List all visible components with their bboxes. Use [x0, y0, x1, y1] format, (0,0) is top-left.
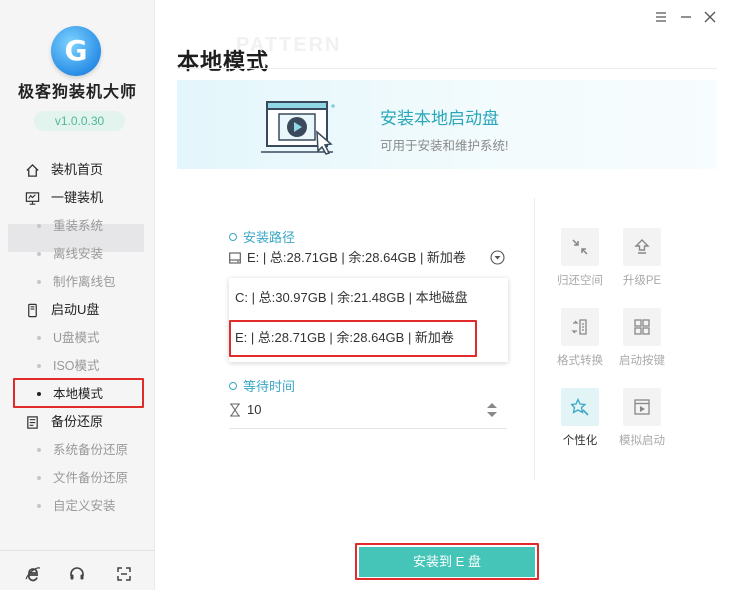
wait-time-label: 等待时间: [229, 376, 295, 395]
ie-browser-icon[interactable]: [25, 566, 41, 582]
install-path-select[interactable]: E: | 总:28.71GB | 余:28.64GB | 新加卷: [229, 246, 507, 270]
sidebar-item-label: 启动U盘: [51, 302, 100, 317]
dropdown-option-e-drive[interactable]: E: | 总:28.71GB | 余:28.64GB | 新加卷: [235, 324, 454, 352]
disk-icon: [229, 252, 241, 264]
sidebar-item-label: ISO模式: [53, 359, 100, 373]
minimize-icon[interactable]: [679, 10, 693, 24]
backup-icon: [27, 416, 38, 429]
feature-banner: 安装本地启动盘 可用于安装和维护系统!: [177, 80, 717, 169]
menu-icon[interactable]: [654, 10, 668, 24]
sidebar-item-offline-install[interactable]: 离线安装: [0, 240, 155, 268]
sidebar-item-label: 装机首页: [51, 162, 104, 177]
install-path-label-text: 安装路径: [243, 230, 296, 245]
wait-time-underline: [229, 428, 507, 429]
tool-reclaim-space[interactable]: 归还空间: [548, 228, 612, 298]
tools-panel-divider: [534, 198, 535, 480]
banner-heading: 安装本地启动盘: [380, 109, 499, 128]
sidebar-nav: 装机首页 一键装机 重装系统 离线安装 制作离线包 启动U盘 U盘模式 ISO模…: [0, 156, 155, 520]
sidebar-item-boot-usb[interactable]: 启动U盘: [0, 296, 155, 324]
sidebar-item-system-backup[interactable]: 系统备份还原: [0, 436, 155, 464]
shrink-arrows-icon: [572, 239, 588, 255]
tool-simulate-boot[interactable]: 模拟启动: [610, 388, 674, 458]
file-convert-icon: [571, 319, 587, 335]
wait-time-stepper[interactable]: 10: [229, 398, 507, 422]
sidebar-item-local-mode[interactable]: 本地模式: [0, 380, 155, 408]
play-window-illustration: [261, 101, 335, 155]
sidebar-item-make-offline-package[interactable]: 制作离线包: [0, 268, 155, 296]
chevron-down-icon[interactable]: [490, 250, 505, 265]
sidebar-item-custom-install[interactable]: 自定义安装: [0, 492, 155, 520]
fullscreen-icon[interactable]: [116, 566, 132, 582]
sidebar-item-label: 系统备份还原: [53, 443, 129, 457]
tool-icon-box: [561, 228, 599, 266]
sidebar-item-label: 自定义安装: [53, 499, 116, 513]
usb-drive-icon: [28, 303, 37, 318]
sidebar: G 极客狗装机大师 v1.0.0.30 装机首页 一键装机 重装系统 离线安装 …: [0, 0, 155, 590]
tool-label: 个性化: [562, 435, 598, 447]
sidebar-item-label: 备份还原: [51, 414, 104, 429]
tool-label: 格式转换: [557, 355, 603, 367]
sidebar-item-label: 离线安装: [53, 247, 104, 261]
headset-support-icon[interactable]: [69, 566, 85, 582]
sidebar-item-label: U盘模式: [53, 331, 100, 345]
home-icon: [26, 163, 39, 177]
close-icon[interactable]: [703, 10, 717, 24]
app-logo: G: [51, 26, 101, 76]
tool-personalize[interactable]: 个性化: [548, 388, 612, 458]
spinner-arrows-icon[interactable]: [486, 402, 498, 418]
sidebar-item-label: 重装系统: [53, 219, 104, 233]
tool-icon-box: [561, 388, 599, 426]
sidebar-item-label: 一键装机: [51, 190, 104, 205]
tool-label: 归还空间: [557, 275, 603, 287]
sidebar-item-one-click-install[interactable]: 一键装机: [0, 184, 155, 212]
sidebar-footer: [0, 550, 155, 590]
tool-label: 模拟启动: [619, 435, 665, 447]
wait-time-label-text: 等待时间: [243, 379, 296, 394]
tool-boot-keys[interactable]: 启动按键: [610, 308, 674, 378]
banner-subtext: 可用于安装和维护系统!: [380, 139, 509, 153]
hourglass-icon: [230, 403, 240, 417]
keyboard-keys-icon: [634, 319, 650, 335]
simulate-boot-icon: [634, 399, 650, 415]
tool-icon-box: [623, 388, 661, 426]
sidebar-item-label: 本地模式: [53, 387, 104, 401]
app-title: 极客狗装机大师: [17, 84, 137, 101]
monitor-icon: [25, 192, 40, 205]
selected-path-value: E: | 总:28.71GB | 余:28.64GB | 新加卷: [247, 250, 466, 265]
tool-icon-box: [561, 308, 599, 346]
sidebar-item-reinstall-system[interactable]: 重装系统: [0, 212, 155, 240]
sidebar-item-label: 文件备份还原: [53, 471, 129, 485]
version-badge: v1.0.0.30: [34, 111, 125, 131]
install-path-label: 安装路径: [229, 227, 295, 246]
sidebar-item-iso-mode[interactable]: ISO模式: [0, 352, 155, 380]
install-path-dropdown: C: | 总:30.97GB | 余:21.48GB | 本地磁盘 E: | 总…: [229, 278, 508, 362]
dropdown-option-c-drive[interactable]: C: | 总:30.97GB | 余:21.48GB | 本地磁盘: [235, 284, 468, 312]
sidebar-item-file-backup[interactable]: 文件备份还原: [0, 464, 155, 492]
star-brush-icon: [571, 398, 589, 416]
tool-icon-box: [623, 228, 661, 266]
tool-upgrade-pe[interactable]: 升级PE: [610, 228, 674, 298]
title-divider: [177, 68, 717, 69]
sidebar-item-home[interactable]: 装机首页: [0, 156, 155, 184]
tool-icon-box: [623, 308, 661, 346]
sidebar-item-usb-mode[interactable]: U盘模式: [0, 324, 155, 352]
tool-label: 升级PE: [622, 275, 662, 287]
tool-format-convert[interactable]: 格式转换: [548, 308, 612, 378]
tool-label: 启动按键: [619, 355, 665, 367]
install-to-drive-button[interactable]: 安装到 E 盘: [359, 547, 535, 577]
sidebar-item-label: 制作离线包: [53, 275, 116, 289]
upgrade-icon: [634, 239, 650, 254]
ring-bullet-icon: [229, 382, 237, 390]
page-title: 本地模式: [177, 49, 270, 74]
wait-time-value: 10: [247, 402, 262, 417]
sidebar-item-backup-restore[interactable]: 备份还原: [0, 408, 155, 436]
ring-bullet-icon: [229, 233, 237, 241]
